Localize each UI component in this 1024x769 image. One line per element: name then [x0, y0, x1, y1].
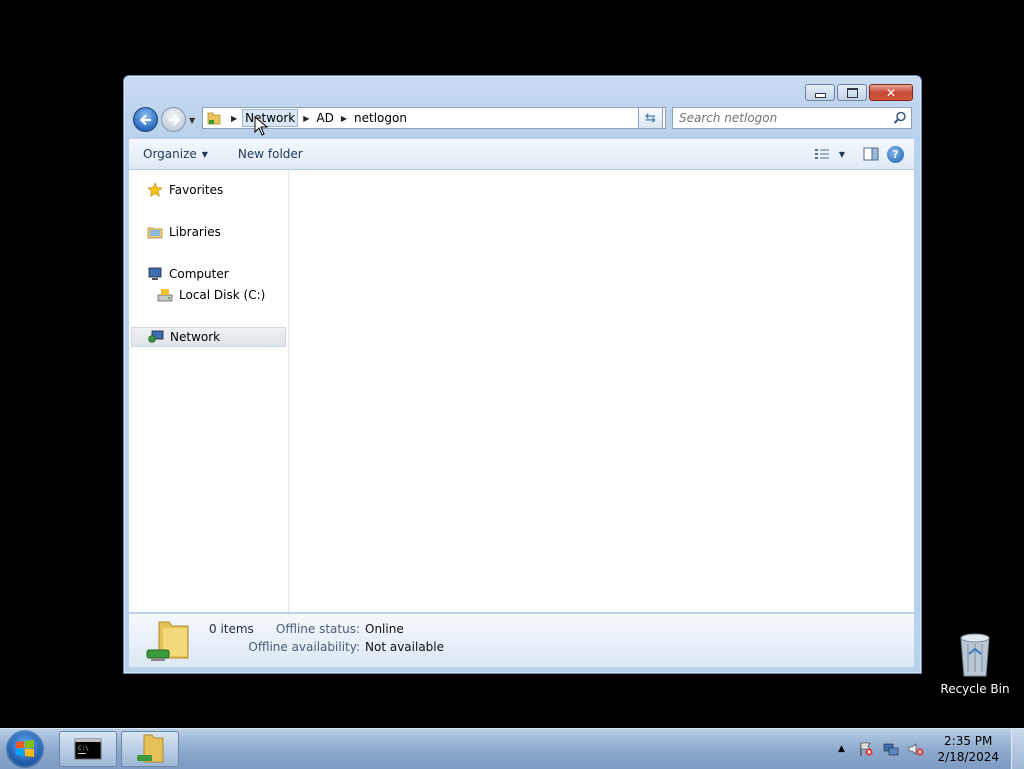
breadcrumb-separator-icon[interactable]: ▶	[231, 114, 237, 123]
details-pane: 0 items Offline status: Online Offline a…	[129, 613, 914, 667]
nav-network-label: Network	[170, 330, 221, 344]
forward-button[interactable]	[161, 107, 186, 132]
organize-label: Organize	[143, 147, 197, 161]
command-bar: Organize ▼ New folder ▼ ?	[129, 139, 914, 170]
explorer-folder-icon	[137, 734, 164, 763]
offline-availability-value: Not available	[365, 640, 445, 654]
svg-text:C:\: C:\	[78, 745, 89, 752]
offline-status-value: Online	[365, 622, 404, 636]
clock-date: 2/18/2024	[937, 750, 999, 764]
recycle-bin[interactable]: Recycle Bin	[940, 630, 1010, 696]
back-button[interactable]	[133, 107, 158, 132]
windows-logo-icon	[16, 740, 34, 757]
command-prompt-icon: C:\	[74, 738, 102, 760]
taskbar-cmd-button[interactable]: C:\	[59, 731, 117, 767]
nav-local-disk-label: Local Disk (C:)	[179, 288, 266, 302]
recycle-bin-icon	[960, 633, 990, 677]
breadcrumb-network[interactable]: Network	[242, 109, 299, 127]
clock-time: 2:35 PM	[944, 734, 993, 748]
offline-status-label: Offline status:	[275, 622, 360, 636]
clock[interactable]: 2:35 PM 2/18/2024	[937, 733, 999, 765]
mouse-cursor-icon	[254, 116, 268, 136]
nav-local-disk[interactable]: Local Disk (C:)	[157, 285, 265, 305]
close-button[interactable]: ✕	[869, 84, 913, 101]
breadcrumb-separator-icon[interactable]: ▶	[341, 114, 347, 123]
nav-network[interactable]: Network	[131, 327, 286, 347]
nav-computer[interactable]: Computer	[147, 264, 229, 284]
network-folder-icon	[146, 621, 189, 661]
breadcrumb-ad[interactable]: AD	[314, 109, 335, 127]
computer-icon	[148, 267, 162, 280]
change-view-button[interactable]: ▼	[814, 147, 863, 161]
network-status-icon[interactable]	[883, 741, 899, 757]
start-button[interactable]	[6, 730, 44, 768]
nav-favorites[interactable]: Favorites	[147, 180, 223, 200]
chevron-down-icon: ▼	[201, 149, 208, 159]
recent-pages-dropdown[interactable]: ▼	[189, 116, 195, 125]
search-box[interactable]	[672, 107, 912, 129]
refresh-icon: ⇆	[645, 110, 656, 126]
star-icon	[147, 182, 163, 197]
new-folder-label: New folder	[237, 147, 303, 161]
maximize-button[interactable]	[837, 84, 867, 101]
show-hidden-icons[interactable]: ▲	[833, 741, 849, 757]
breadcrumb-netlogon[interactable]: netlogon	[352, 109, 409, 127]
refresh-button[interactable]: ⇆	[638, 107, 663, 129]
navigation-pane: Favorites Libraries Computer Local Disk …	[129, 170, 289, 612]
drive-icon	[157, 289, 173, 302]
caption-buttons: ✕	[803, 84, 913, 101]
nav-computer-label: Computer	[169, 267, 229, 281]
preview-pane-icon	[863, 147, 879, 161]
network-icon	[148, 330, 164, 343]
nav-libraries[interactable]: Libraries	[147, 222, 221, 242]
nav-favorites-label: Favorites	[169, 183, 224, 197]
details-view-icon	[814, 149, 829, 159]
back-arrow-icon	[139, 114, 151, 125]
minimize-button[interactable]	[805, 84, 835, 101]
nav-libraries-label: Libraries	[169, 225, 221, 239]
address-bar[interactable]: ▶ Network ▶ AD ▶ netlogon ▼	[202, 107, 666, 129]
show-desktop-button[interactable]	[1011, 729, 1024, 769]
forward-arrow-icon	[168, 114, 180, 125]
network-folder-icon	[207, 112, 221, 125]
file-list-area[interactable]	[289, 170, 914, 612]
volume-muted-icon[interactable]	[908, 741, 924, 757]
offline-availability-label: Offline availability:	[248, 640, 360, 654]
organize-button[interactable]: Organize ▼	[135, 143, 216, 165]
explorer-window: ✕ ▼ ▶ Network ▶ AD ▶ netlogon ▼ ⇆ Organi…	[123, 75, 922, 674]
taskbar: C:\ ▲ 2:35 PM 2/18/2024	[0, 728, 1024, 769]
search-icon	[893, 111, 906, 124]
breadcrumb-separator-icon[interactable]: ▶	[303, 114, 309, 123]
chevron-down-icon: ▼	[838, 149, 845, 159]
libraries-icon	[147, 227, 163, 239]
action-center-flag-icon[interactable]	[858, 741, 874, 757]
search-input[interactable]	[673, 110, 891, 126]
help-icon[interactable]: ?	[887, 145, 904, 163]
recycle-bin-label: Recycle Bin	[940, 682, 1010, 696]
taskbar-explorer-button[interactable]	[121, 731, 179, 767]
preview-pane-button[interactable]	[863, 147, 879, 161]
close-icon: ✕	[885, 85, 897, 100]
new-folder-button[interactable]: New folder	[230, 143, 311, 165]
system-tray: ▲ 2:35 PM 2/18/2024	[833, 729, 1024, 769]
